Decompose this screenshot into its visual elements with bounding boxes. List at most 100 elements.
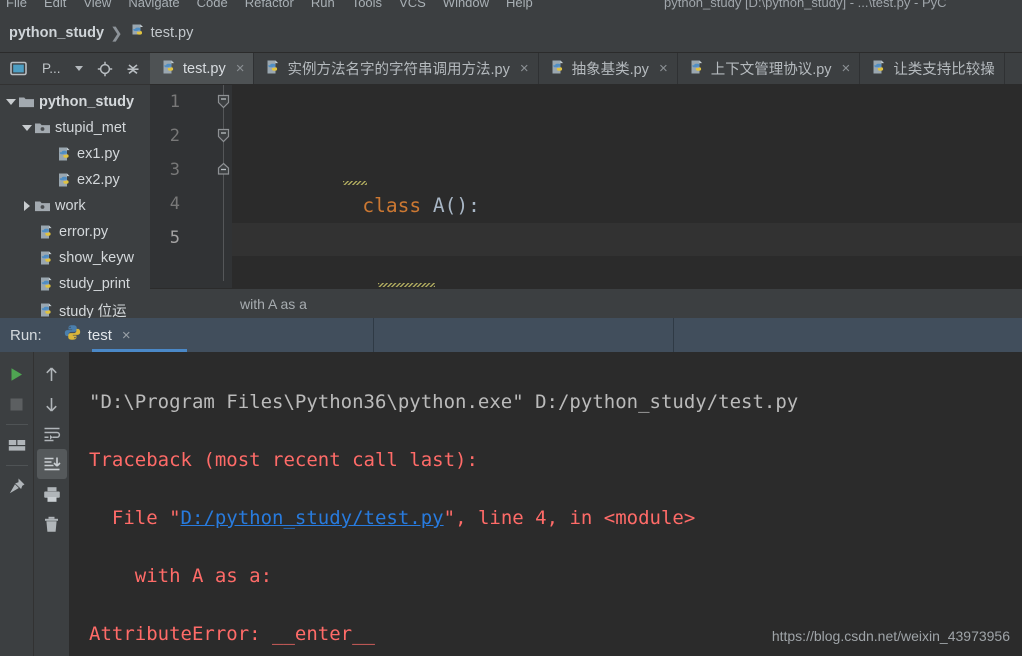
console-text: with A as a: [89,565,273,587]
tab-label: test.py [183,60,226,77]
code-editor[interactable]: 1 2 3 4 5 class A(): with A as a [150,85,1022,656]
python-file-icon [871,59,887,79]
tree-item-work[interactable]: work [0,193,150,219]
menu-item-file[interactable]: File [6,0,27,11]
toolbar-divider [5,465,28,466]
tree-item-error[interactable]: error.py [0,219,150,245]
module-folder-icon [34,121,51,135]
console-line: File "D:/python_study/test.py", line 4, … [89,504,1022,533]
trash-icon[interactable] [37,509,67,539]
line-number: 4 [169,194,180,214]
console-text: AttributeError: __enter__ [89,623,375,645]
run-tab-test[interactable]: test × [64,318,187,352]
chevron-down-icon[interactable] [20,125,34,131]
python-file-icon [689,59,705,79]
scroll-to-end-icon[interactable] [36,449,67,479]
menu-item-window[interactable]: Window [443,0,489,11]
console-text: ", line 4, in <module> [443,507,696,529]
run-console-output[interactable]: "D:\Program Files\Python36\python.exe" D… [69,352,1022,656]
run-actions-primary [0,352,33,656]
menu-item-vcs[interactable]: VCS [399,0,426,11]
close-icon[interactable]: × [520,60,529,77]
close-icon[interactable]: × [659,60,668,77]
editor-area: test.py × 实例方法名字的字符串调用方法.py × 抽象基类.py × [150,53,1022,656]
code-line-2: def demo(self): [232,257,1022,319]
down-arrow-icon[interactable] [37,389,67,419]
tree-item-label: work [55,198,86,214]
rerun-icon[interactable] [2,359,32,389]
chevron-down-icon[interactable] [74,66,83,71]
code-text[interactable]: class A(): def demo(self): return 'hello… [232,85,1022,656]
tree-item-python_study[interactable]: python_study [0,89,150,115]
close-icon[interactable]: × [236,60,245,77]
locate-icon[interactable] [97,61,113,77]
breadcrumb-file[interactable]: test.py [151,25,194,41]
menu-item-help[interactable]: Help [506,0,533,11]
python-file-icon [550,59,566,79]
error-squiggle [343,181,367,185]
project-selector-label[interactable]: P... [42,61,61,76]
close-icon[interactable]: × [122,327,131,344]
menu-bar: File Edit View Navigate Code Refactor Ru… [0,0,1022,14]
code-token: A [432,194,445,217]
close-icon[interactable]: × [842,60,851,77]
collapse-all-icon[interactable] [125,61,141,77]
menu-item-code[interactable]: Code [197,0,228,11]
toolbar-divider [5,424,28,425]
console-file-link[interactable]: D:/python_study/test.py [181,507,444,529]
module-folder-icon [34,199,51,213]
editor-tab-5[interactable]: 让类支持比较操 [860,53,1005,84]
code-token: (): [444,194,480,217]
breadcrumb-project[interactable]: python_study [9,25,104,41]
pin-icon[interactable] [2,471,32,501]
tree-item-ex1[interactable]: ex1.py [0,141,150,167]
fold-marker-expanded[interactable] [216,94,231,109]
line-number: 5 [169,228,180,248]
breadcrumb-separator-icon: ❯ [110,25,123,42]
up-arrow-icon[interactable] [37,359,67,389]
tree-item-label: ex1.py [77,146,120,162]
project-panel-toolbar: P... [0,53,150,85]
editor-tab-2[interactable]: 实例方法名字的字符串调用方法.py × [254,53,539,84]
menu-item-refactor[interactable]: Refactor [245,0,294,11]
run-tool-window: Run: test × "D:\Program Files\Python36\p… [0,318,1022,656]
stop-icon[interactable] [2,389,32,419]
python-file-icon [38,224,55,240]
menu-item-run[interactable]: Run [311,0,335,11]
chevron-right-icon[interactable] [20,201,34,211]
code-token: class [362,194,433,217]
run-tool-header: Run: test × [0,318,1022,352]
layout-icon[interactable] [2,430,32,460]
menu-item-tools[interactable]: Tools [352,0,382,11]
editor-tab-3[interactable]: 抽象基类.py × [539,53,678,84]
editor-gutter[interactable]: 1 2 3 4 5 [150,85,232,318]
menu-item-navigate[interactable]: Navigate [128,0,179,11]
tree-item-label: study_print [59,276,130,292]
console-line: with A as a: [89,562,1022,591]
run-panel-label: Run: [10,326,42,344]
chevron-down-icon[interactable] [4,99,18,105]
run-tab-label: test [87,326,112,344]
project-view-icon[interactable] [10,61,27,76]
editor-tab-4[interactable]: 上下文管理协议.py × [678,53,861,84]
tree-item-ex2[interactable]: ex2.py [0,167,150,193]
print-icon[interactable] [37,479,67,509]
editor-tab-test-py[interactable]: test.py × [150,53,255,84]
fold-marker-end[interactable] [216,162,231,177]
folder-icon [18,95,35,109]
tree-item-show_keyw[interactable]: show_keyw [0,245,150,271]
console-text: "D:\Program Files\Python36\python.exe" D… [89,391,799,413]
menu-item-edit[interactable]: Edit [44,0,66,11]
navigation-bar: python_study ❯ test.py [0,14,1022,53]
fold-marker-expanded[interactable] [216,128,231,143]
header-divider [373,318,374,352]
editor-tab-bar: test.py × 实例方法名字的字符串调用方法.py × 抽象基类.py × [150,53,1022,85]
pycharm-window: File Edit View Navigate Code Refactor Ru… [0,0,1022,656]
soft-wrap-icon[interactable] [37,419,67,449]
tree-item-stupid_met[interactable]: stupid_met [0,115,150,141]
watermark-text: https://blog.csdn.net/weixin_43973956 [771,628,1010,644]
menu-item-view[interactable]: View [83,0,111,11]
line-number: 2 [169,126,180,146]
tree-item-study_print[interactable]: study_print [0,271,150,297]
warning-squiggle [378,283,435,287]
